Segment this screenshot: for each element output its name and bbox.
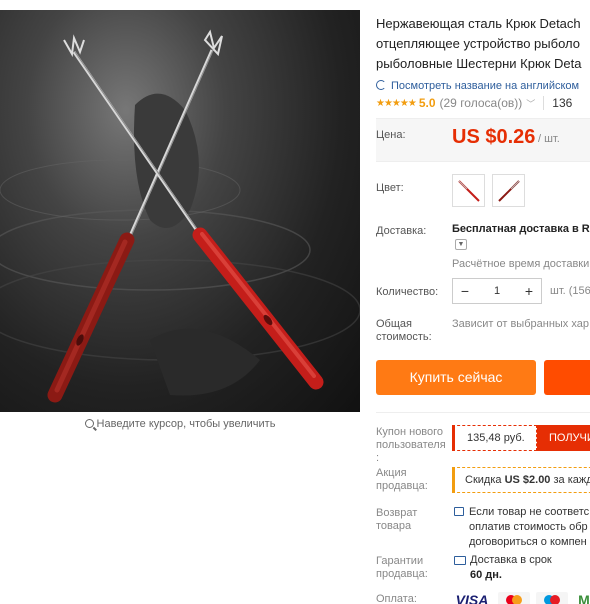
- guarantee-label-line: продавца:: [376, 568, 428, 580]
- promo-suffix: за кажд: [550, 474, 590, 486]
- guarantee-label: Гарантии продавца:: [376, 555, 428, 581]
- fishing-hook-tools-illustration: [0, 29, 360, 403]
- promo-label-line: Акция: [376, 467, 407, 479]
- mastercard-logo: [498, 592, 530, 604]
- coupon-amount: 135,48 руб.: [452, 425, 537, 451]
- rating-stars: ★★★★★: [376, 97, 417, 109]
- payment-method-logo: M: [578, 592, 590, 604]
- price-unit: / шт.: [538, 133, 560, 145]
- visa-logo: VISA: [455, 592, 489, 604]
- quantity-stepper[interactable]: − 1 +: [452, 278, 542, 304]
- price-value: US $0.26: [452, 126, 536, 148]
- promo-discount[interactable]: Скидка US $2.00 за кажд: [452, 467, 590, 493]
- title-line: рыболовные Шестерни Крюк Deta: [376, 56, 582, 71]
- total-label-line: стоимость:: [376, 331, 432, 343]
- total-label: Общая стоимость:: [376, 318, 432, 344]
- rating-votes-link[interactable]: (29 голоса(ов)): [440, 96, 523, 110]
- shipping-label: Доставка:: [376, 225, 427, 237]
- quantity-plus-button[interactable]: +: [517, 279, 541, 303]
- quantity-available: шт. (156: [550, 285, 590, 297]
- guarantee-days: 60 дн.: [470, 569, 502, 581]
- shipping-method: Бесплатная доставка в Ru: [452, 223, 590, 235]
- get-coupon-button[interactable]: ПОЛУЧИ: [537, 425, 590, 451]
- translate-link[interactable]: Посмотреть название на английском: [376, 80, 590, 92]
- title-line: отцепляющее устройство рыболо: [376, 36, 580, 51]
- returns-label-line: товара: [376, 520, 412, 532]
- translate-link-text[interactable]: Посмотреть название на английском: [391, 80, 579, 92]
- add-to-cart-button[interactable]: До: [544, 360, 590, 395]
- zoom-hint: Наведите курсор, чтобы увеличить: [0, 418, 360, 430]
- returns-line: договориться о компен: [469, 536, 587, 548]
- coupon-label-line: пользователя: [376, 439, 446, 451]
- magnifier-icon: [84, 419, 94, 428]
- total-label-line: Общая: [376, 318, 412, 330]
- return-policy-icon: [454, 507, 464, 516]
- returns-line: оплатив стоимость обр: [469, 521, 588, 533]
- quantity-minus-button[interactable]: −: [453, 279, 477, 303]
- promo-amount: US $2.00: [504, 474, 551, 486]
- zoom-hint-text: Наведите курсор, чтобы увеличить: [96, 418, 276, 430]
- maestro-logo: [536, 592, 568, 604]
- chevron-down-icon[interactable]: ﹀: [526, 97, 535, 110]
- chevron-down-icon[interactable]: ▼: [455, 239, 467, 250]
- guarantee-text: Доставка в срок: [470, 554, 552, 566]
- divider: [376, 412, 590, 413]
- price-label: Цена:: [376, 129, 406, 141]
- returns-text: Если товар не соответс оплатив стоимость…: [469, 505, 589, 550]
- orders-count: 136: [543, 96, 572, 110]
- coupon-label: Купон нового пользователя :: [376, 426, 446, 465]
- title-line: Нержавеющая сталь Крюк Detach: [376, 16, 581, 31]
- rating-score: 5.0: [418, 96, 436, 110]
- payment-label: Оплата:: [376, 593, 417, 604]
- price-band: Цена: US $0.26 / шт.: [376, 118, 590, 162]
- returns-line: Если товар не соответс: [469, 506, 590, 518]
- product-main-image[interactable]: [0, 10, 360, 412]
- returns-label: Возврат товара: [376, 507, 417, 533]
- promo-label: Акция продавца:: [376, 467, 428, 493]
- color-label: Цвет:: [376, 182, 404, 194]
- product-title: Нержавеющая сталь Крюк Detach отцепляюще…: [376, 14, 590, 74]
- color-swatch-2[interactable]: [492, 174, 525, 207]
- product-info-panel: Нержавеющая сталь Крюк Detach отцепляюще…: [376, 0, 590, 604]
- quantity-input[interactable]: 1: [477, 279, 517, 303]
- guarantee-label-line: Гарантии: [376, 555, 424, 567]
- quantity-label: Количество:: [376, 286, 439, 298]
- total-value: Зависит от выбранных хар: [452, 318, 589, 330]
- color-swatch-1[interactable]: [452, 174, 485, 207]
- coupon-label-line: :: [376, 452, 380, 464]
- rating-row: ★★★★★ 5.0 (29 голоса(ов)) ﹀ 136: [376, 96, 590, 110]
- shipping-estimate: Расчётное время доставки: [452, 258, 590, 270]
- buy-now-button[interactable]: Купить сейчас: [376, 360, 536, 395]
- translate-icon: [376, 80, 386, 90]
- coupon-label-line: Купон нового: [376, 426, 444, 438]
- promo-label-line: продавца:: [376, 480, 428, 492]
- promo-prefix: Скидка: [465, 474, 505, 486]
- delivery-truck-icon: [454, 556, 466, 565]
- returns-label-line: Возврат: [376, 507, 418, 519]
